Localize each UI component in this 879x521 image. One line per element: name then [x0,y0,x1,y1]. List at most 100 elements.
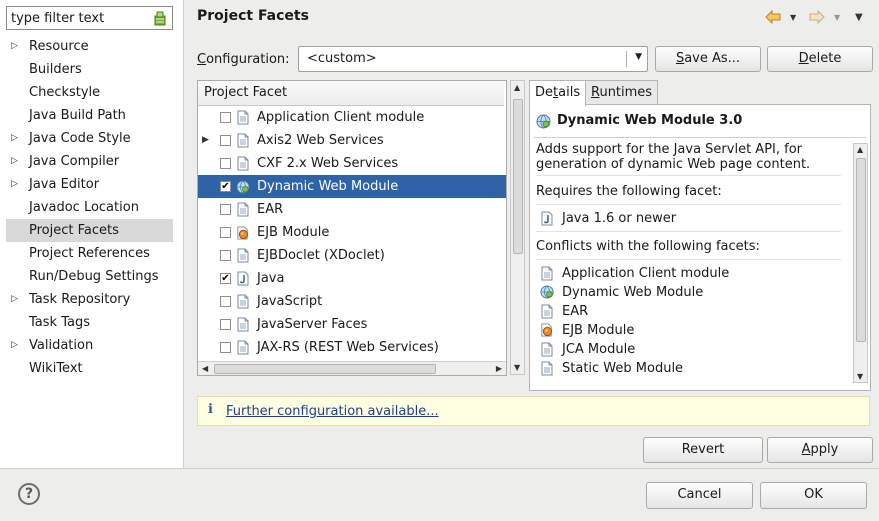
details-vertical-scrollbar[interactable]: ▲ ▼ [853,143,868,383]
scroll-up-icon[interactable]: ▲ [514,83,520,92]
page-icon [540,361,554,376]
sidebar-item-task-repository[interactable]: ▷ Task Repository [6,288,173,311]
facet-checkbox[interactable] [220,135,231,146]
revert-button[interactable]: Revert [643,437,763,463]
facet-checkbox[interactable] [220,112,231,123]
facet-checkbox[interactable] [220,342,231,353]
facet-checkbox[interactable] [220,158,231,169]
sidebar-item-java-editor[interactable]: ▷ Java Editor [6,173,173,196]
scroll-left-icon[interactable]: ◀ [202,364,208,373]
expand-arrow-icon[interactable]: ▷ [11,288,18,311]
scroll-up-icon[interactable]: ▲ [857,145,863,154]
sidebar-item-label: WikiText [29,361,83,376]
tab-details[interactable]: Details [529,80,587,106]
facet-checkbox[interactable]: ✔ [220,181,231,192]
sidebar-item-java-code-style[interactable]: ▷ Java Code Style [6,127,173,150]
expand-arrow-icon[interactable]: ▷ [11,35,18,58]
facet-row[interactable]: ▶ Axis2 Web Services [198,129,506,152]
scroll-right-icon[interactable]: ▶ [496,364,502,373]
sidebar-item-label: Builders [29,62,82,77]
forward-menu-chevron-icon[interactable]: ▼ [834,13,840,22]
filter-field[interactable] [6,6,173,30]
sidebar-item-project-facets[interactable]: Project Facets [6,219,173,242]
scrollbar-thumb[interactable] [214,364,436,374]
facet-row[interactable]: EAR [198,198,506,221]
facet-row[interactable]: ✔ Dynamic Web Module [198,175,506,198]
expand-arrow-icon[interactable]: ▷ [11,127,18,150]
expand-arrow-icon[interactable]: ▷ [11,173,18,196]
list-item-label: EAR [562,304,589,319]
facet-checkbox[interactable] [220,250,231,261]
scroll-down-icon[interactable]: ▼ [514,363,520,372]
bottom-separator [0,468,879,469]
facet-name: Axis2 Web Services [257,133,384,148]
combo-separator [626,51,627,67]
details-description: Adds support for the Java Servlet API, f… [536,142,811,172]
scroll-down-icon[interactable]: ▼ [857,372,863,381]
facet-row[interactable]: EJBDoclet (XDoclet) [198,244,506,267]
facet-vertical-scrollbar[interactable]: ▲ ▼ [510,80,525,375]
sidebar-item-label: Run/Debug Settings [29,269,159,284]
list-item-label: JCA Module [562,342,636,357]
facet-checkbox[interactable] [220,227,231,238]
expand-arrow-icon[interactable]: ▷ [11,334,18,357]
sidebar-item-project-references[interactable]: Project References [6,242,173,265]
forward-arrow-icon[interactable] [809,9,825,28]
sidebar-item-checkstyle[interactable]: Checkstyle [6,81,173,104]
sidebar-item-run-debug-settings[interactable]: Run/Debug Settings [6,265,173,288]
facet-name: EAR [257,202,284,217]
facet-row[interactable]: CXF 2.x Web Services [198,152,506,175]
facet-checkbox[interactable] [220,319,231,330]
scrollbar-thumb[interactable] [856,158,866,342]
clear-filter-icon[interactable] [152,10,168,26]
details-divider [534,137,866,138]
sidebar-item-resource[interactable]: ▷ Resource [6,35,173,58]
delete-button[interactable]: Delete [767,46,873,72]
facet-row[interactable]: JavaScript [198,290,506,313]
configuration-combo[interactable]: <custom> ▼ [298,46,648,72]
sidebar-item-label: Project Facets [29,223,119,238]
help-icon[interactable]: ? [18,483,40,505]
apply-button[interactable]: Apply [767,437,873,463]
expand-arrow-icon[interactable]: ▷ [11,150,18,173]
sidebar-item-label: Java Compiler [29,154,120,169]
facet-row[interactable]: JavaServer Faces [198,313,506,336]
further-configuration-link[interactable]: Further configuration available... [226,404,439,419]
sidebar-item-java-compiler[interactable]: ▷ Java Compiler [6,150,173,173]
bean-icon [540,323,554,338]
scrollbar-thumb[interactable] [513,99,523,254]
tab-runtimes[interactable]: Runtimes [585,80,659,105]
horizontal-scrollbar[interactable]: ◀ ▶ [198,361,506,375]
save-as-button[interactable]: Save As... [655,46,761,72]
sidebar-item-javadoc-location[interactable]: Javadoc Location [6,196,173,219]
sidebar-item-java-build-path[interactable]: Java Build Path [6,104,173,127]
conflicts-label: Conflicts with the following facets: [536,239,760,254]
details-title: Dynamic Web Module 3.0 [557,113,743,128]
section-divider [536,259,841,260]
view-menu-chevron-icon[interactable]: ▼ [855,12,863,23]
expand-arrow-icon[interactable]: ▶ [202,129,209,152]
configuration-value: <custom> [307,51,377,66]
dropdown-arrow-icon[interactable]: ▼ [635,52,642,62]
column-header-project-facet[interactable]: Project Facet [198,81,504,106]
sidebar-item-builders[interactable]: Builders [6,58,173,81]
section-divider [536,231,841,232]
sidebar-item-validation[interactable]: ▷ Validation [6,334,173,357]
facet-row[interactable]: ✔ Java [198,267,506,290]
facet-row[interactable]: Application Client module [198,106,506,129]
page-icon [540,342,554,357]
sidebar-item-wikitext[interactable]: WikiText [6,357,173,380]
facet-row[interactable]: EJB Module [198,221,506,244]
ok-button[interactable]: OK [760,482,867,509]
facet-row[interactable]: JAX-RS (REST Web Services) [198,336,506,359]
facet-checkbox[interactable]: ✔ [220,273,231,284]
sidebar-item-task-tags[interactable]: Task Tags [6,311,173,334]
info-bar: ℹ Further configuration available... [197,396,870,426]
back-arrow-icon[interactable] [765,9,781,28]
filter-input[interactable] [7,7,145,29]
facet-checkbox[interactable] [220,204,231,215]
cancel-button[interactable]: Cancel [646,482,753,509]
requires-label: Requires the following facet: [536,184,722,199]
back-menu-chevron-icon[interactable]: ▼ [790,13,796,22]
facet-checkbox[interactable] [220,296,231,307]
